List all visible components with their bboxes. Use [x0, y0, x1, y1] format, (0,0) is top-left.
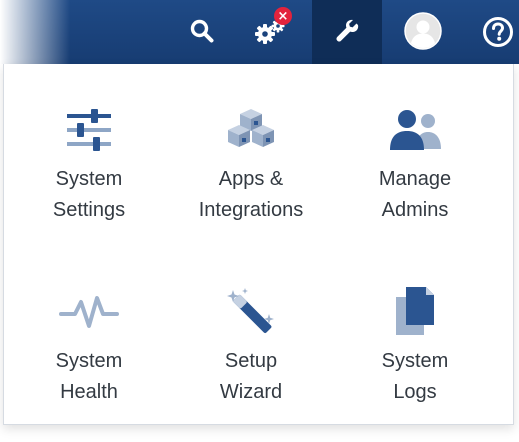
cubes-icon — [221, 100, 281, 160]
menu-item-label: Apps & Integrations — [198, 168, 304, 221]
user-avatar-icon[interactable] — [404, 12, 442, 50]
heartbeat-icon — [59, 282, 119, 342]
menu-item-label: Setup Wizard — [219, 350, 283, 403]
menu-item-label: System Settings — [52, 168, 126, 221]
help-icon[interactable] — [481, 15, 515, 49]
menu-item-manage-admins[interactable]: Manage Admins — [340, 100, 490, 260]
wrench-icon[interactable] — [330, 14, 364, 48]
tools-dropdown-panel: System Settings Apps & Integrations Mana… — [3, 64, 514, 425]
sliders-icon — [59, 100, 119, 160]
menu-item-apps-integrations[interactable]: Apps & Integrations — [176, 100, 326, 260]
top-navigation-bar: × — [0, 0, 519, 64]
menu-item-label: System Health — [55, 350, 123, 403]
search-icon[interactable] — [185, 14, 219, 48]
menu-item-system-logs[interactable]: System Logs — [340, 282, 490, 442]
menu-item-label: System Logs — [381, 350, 449, 403]
documents-icon — [385, 282, 445, 342]
notification-badge: × — [274, 7, 292, 25]
menu-item-system-settings[interactable]: System Settings — [14, 100, 164, 260]
menu-item-label: Manage Admins — [378, 168, 452, 221]
menu-item-setup-wizard[interactable]: Setup Wizard — [176, 282, 326, 442]
magic-wand-icon — [221, 282, 281, 342]
topbar-fade — [0, 0, 70, 64]
users-icon — [385, 100, 445, 160]
menu-item-system-health[interactable]: System Health — [14, 282, 164, 442]
